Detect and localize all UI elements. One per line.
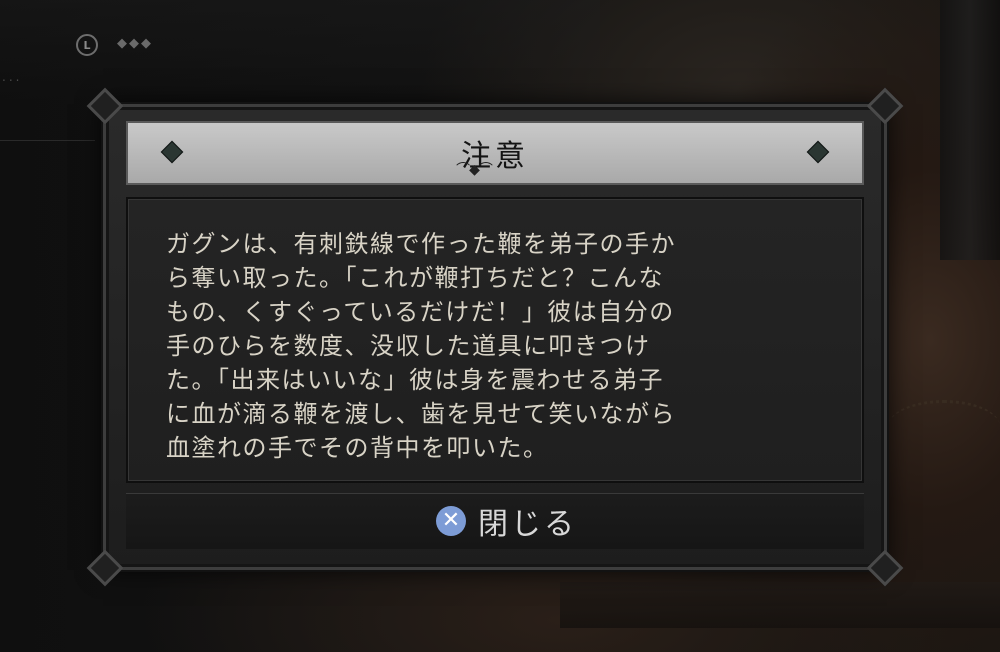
- close-button-label: 閉じる: [478, 507, 577, 542]
- dialog-footer: ✕ 閉じる: [126, 493, 864, 549]
- character-belt: [560, 582, 1000, 628]
- dialog-body: ガグンは、有刺鉄線で作った鞭を弟子の手か ら奪い取った。「これが鞭打ちだと？こん…: [126, 197, 864, 483]
- divider: [0, 140, 95, 141]
- message-line: ガグンは、有刺鉄線で作った鞭を弟子の手か: [166, 230, 676, 258]
- message-line: 手のひらを数度、没収した道具に叩きつけ: [166, 332, 651, 360]
- dialog-message: ガグンは、有刺鉄線で作った鞭を弟子の手か ら奪い取った。「これが鞭打ちだと？こん…: [166, 227, 826, 465]
- title-ornament-icon: ⌒◆⌒: [456, 162, 493, 178]
- close-button[interactable]: ✕ 閉じる: [426, 500, 587, 542]
- message-line: 血塗れの手でその背中を叩いた。: [166, 434, 549, 462]
- character-chain: [888, 400, 1000, 453]
- notice-dialog: 注意 ⌒◆⌒ ガグンは、有刺鉄線で作った鞭を弟子の手か ら奪い取った。「これが鞭…: [86, 87, 904, 587]
- message-line: た。「出来はいいな」彼は身を震わせる弟子: [166, 366, 664, 394]
- hud-dots: ...: [2, 70, 23, 84]
- message-line: に血が滴る鞭を渡し、歯を見せて笑いながら: [166, 400, 676, 428]
- hud-indicator: ◆◆◆: [117, 36, 153, 51]
- character-strap: [940, 0, 1000, 260]
- cross-button-icon: ✕: [436, 506, 466, 536]
- message-line: ら奪い取った。「これが鞭打ちだと？こんな: [166, 264, 664, 292]
- l-button-icon: L: [76, 34, 98, 56]
- message-line: もの、くすぐっているだけだ！」彼は自分の: [166, 298, 675, 326]
